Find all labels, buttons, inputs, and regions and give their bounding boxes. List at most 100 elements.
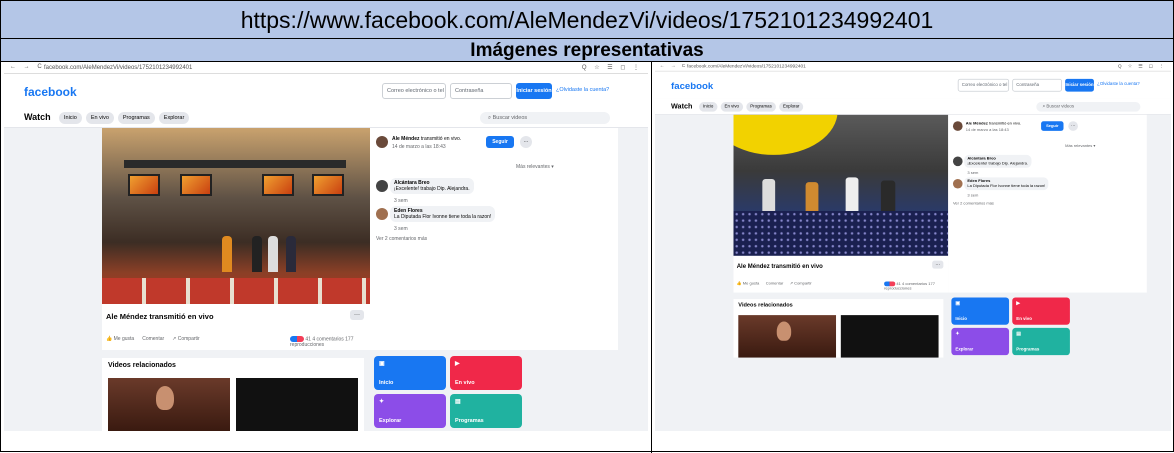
thumbnail-face: [156, 386, 174, 410]
video-thumbnail[interactable]: [108, 378, 230, 431]
more-comments-link[interactable]: Ver 2 comentarios más: [953, 201, 994, 206]
avatar[interactable]: [376, 136, 388, 148]
post-date[interactable]: 14 de marzo a las 18:43: [392, 144, 446, 150]
comments-sidebar: Ale Méndez transmitió en vivo. 14 de mar…: [948, 114, 1147, 293]
performer: [252, 236, 262, 272]
tab-inicio[interactable]: Inicio: [699, 102, 718, 112]
tab-en-vivo[interactable]: En vivo: [720, 102, 744, 112]
video-thumbnail[interactable]: [236, 378, 358, 431]
browser-nav-buttons[interactable]: ← → C: [10, 64, 45, 70]
video-stats: 41 4 comentarios 177 reproducciones: [884, 281, 935, 292]
tile-en-vivo[interactable]: ▶ En vivo: [1012, 297, 1070, 325]
post-date[interactable]: 14 de marzo a las 18:43: [966, 128, 1009, 133]
below-section: Videos relacionados ▣ Inicio ▶ En vivo ✦ Ex…: [4, 350, 648, 431]
facebook-logo[interactable]: facebook: [671, 80, 713, 91]
stage-screen: [180, 174, 212, 196]
follow-button[interactable]: Seguir: [486, 136, 514, 148]
tab-programas[interactable]: Programas: [117, 112, 155, 124]
avatar[interactable]: [952, 178, 963, 189]
comment-bubble: Eden Flores La Diputada Flor Ivonne tiene…: [390, 206, 496, 222]
email-field[interactable]: Correo electrónico o tel: [382, 83, 446, 99]
browser-nav-buttons[interactable]: ← → C: [660, 64, 688, 69]
tab-en-vivo[interactable]: En vivo: [85, 112, 114, 124]
browser-toolbar: ← → C facebook.com/AleMendezVi/videos/17…: [655, 62, 1171, 72]
address-bar[interactable]: facebook.com/AleMendezVi/videos/17521012…: [44, 64, 344, 72]
share-button[interactable]: ↗ Compartir: [172, 336, 200, 342]
tile-explorar[interactable]: ✦ Explorar: [951, 327, 1010, 356]
sort-dropdown[interactable]: Más relevantes ▾: [516, 164, 554, 170]
comment-bubble: Alcántara Breo ¡Excelente! trabajo Dip. A…: [964, 154, 1032, 168]
tile-en-vivo[interactable]: ▶ En vivo: [450, 356, 522, 390]
avatar[interactable]: [376, 208, 388, 220]
address-bar[interactable]: facebook.com/AleMendezVi/videos/17521012…: [687, 64, 927, 70]
video-player[interactable]: [733, 114, 949, 256]
tab-explorar[interactable]: Explorar: [778, 102, 804, 112]
forgot-account-link[interactable]: ¿Olvidaste la cuenta?: [556, 87, 609, 93]
watch-tabs: Inicio En vivo Programas Explorar: [699, 102, 804, 112]
tile-inicio[interactable]: ▣ Inicio: [374, 356, 446, 390]
tile-explorar[interactable]: ✦ Explorar: [374, 394, 446, 428]
login-button[interactable]: Iniciar sesión: [516, 83, 552, 99]
author-name[interactable]: Ale Méndez: [392, 136, 420, 142]
email-field[interactable]: Correo electrónico o tel: [957, 78, 1010, 92]
sort-dropdown[interactable]: Más relevantes ▾: [1065, 144, 1095, 149]
more-options-button[interactable]: ···: [350, 310, 364, 320]
related-videos: Videos relacionados: [733, 299, 944, 358]
avatar[interactable]: [952, 156, 963, 167]
tab-explorar[interactable]: Explorar: [158, 112, 190, 124]
comment-bubble: Alcántara Breo ¡Excelente! trabajo Dip. A…: [390, 178, 474, 194]
more-icon[interactable]: ···: [520, 136, 532, 148]
comment-button[interactable]: Comentar: [142, 336, 164, 342]
search-videos-input[interactable]: ⌕ Buscar videos: [1036, 102, 1141, 112]
search-videos-input[interactable]: ⌕ Buscar videos: [480, 112, 610, 124]
video-thumbnail[interactable]: [840, 315, 939, 358]
video-info: Ale Méndez transmitió en vivo ··· 👍 Me g…: [102, 304, 370, 350]
more-icon[interactable]: ···: [1068, 121, 1078, 131]
thumbnail-face: [776, 321, 792, 341]
video-player[interactable]: [102, 128, 370, 304]
performer: [222, 236, 232, 272]
video-title: Ale Méndez transmitió en vivo: [106, 312, 214, 321]
screenshot-left: ← → C facebook.com/AleMendezVi/videos/17…: [4, 62, 648, 431]
tab-inicio[interactable]: Inicio: [59, 112, 82, 124]
tile-inicio[interactable]: ▣ Inicio: [951, 297, 1010, 325]
facebook-logo[interactable]: facebook: [24, 85, 77, 99]
share-button[interactable]: ↗ Compartir: [790, 281, 812, 286]
programs-icon: ▤: [1016, 331, 1021, 337]
tab-programas[interactable]: Programas: [746, 102, 776, 112]
below-section: Videos relacionados ▣ Inicio ▶ En vivo ✦ Ex…: [655, 292, 1171, 358]
login-button[interactable]: Iniciar sesión: [1065, 78, 1094, 92]
document-page: https://www.facebook.com/AleMendezVi/vid…: [0, 0, 1174, 453]
avatar[interactable]: [376, 180, 388, 192]
password-field[interactable]: Contraseña: [450, 83, 512, 99]
browser-tools[interactable]: Q ☆ ☰ ◻ ⋮: [1118, 64, 1166, 69]
watch-tabs: Inicio En vivo Programas Explorar: [59, 112, 190, 124]
browser-toolbar: ← → C facebook.com/AleMendezVi/videos/17…: [4, 62, 648, 74]
forgot-account-link[interactable]: ¿Olvidaste la cuenta?: [1097, 82, 1140, 87]
programs-icon: ▤: [455, 399, 461, 405]
more-options-button[interactable]: ···: [932, 260, 944, 269]
related-videos: Videos relacionados: [102, 358, 364, 431]
stage-screen: [312, 174, 344, 196]
video-thumbnail[interactable]: [738, 315, 837, 358]
tile-programas[interactable]: ▤ Programas: [450, 394, 522, 428]
like-button[interactable]: 👍 Me gusta: [737, 281, 760, 286]
live-icon: ▶: [455, 361, 460, 367]
comment-button[interactable]: Comentar: [766, 281, 784, 286]
comments-sidebar: Ale Méndez transmitió en vivo. 14 de mar…: [370, 128, 618, 350]
stage-screen: [128, 174, 160, 196]
like-button[interactable]: 👍 Me gusta: [106, 336, 134, 342]
video-stats: 41 4 comentarios 177 reproducciones: [290, 336, 354, 349]
video-title: Ale Méndez transmitió en vivo: [736, 262, 823, 270]
related-title: Videos relacionados: [108, 362, 176, 369]
password-field[interactable]: Contraseña: [1012, 78, 1062, 92]
author-name[interactable]: Ale Méndez: [966, 121, 988, 126]
stage-banner: [102, 278, 370, 304]
screenshot-right: ← → C facebook.com/AleMendezVi/videos/17…: [655, 62, 1171, 431]
more-comments-link[interactable]: Ver 2 comentarios más: [376, 236, 427, 242]
url-caption[interactable]: https://www.facebook.com/AleMendezVi/vid…: [1, 1, 1173, 39]
browser-tools[interactable]: Q ☆ ☰ ◻ ⋮: [582, 64, 642, 71]
tile-programas[interactable]: ▤ Programas: [1012, 327, 1070, 356]
follow-button[interactable]: Seguir: [1041, 121, 1064, 131]
avatar[interactable]: [952, 121, 963, 131]
